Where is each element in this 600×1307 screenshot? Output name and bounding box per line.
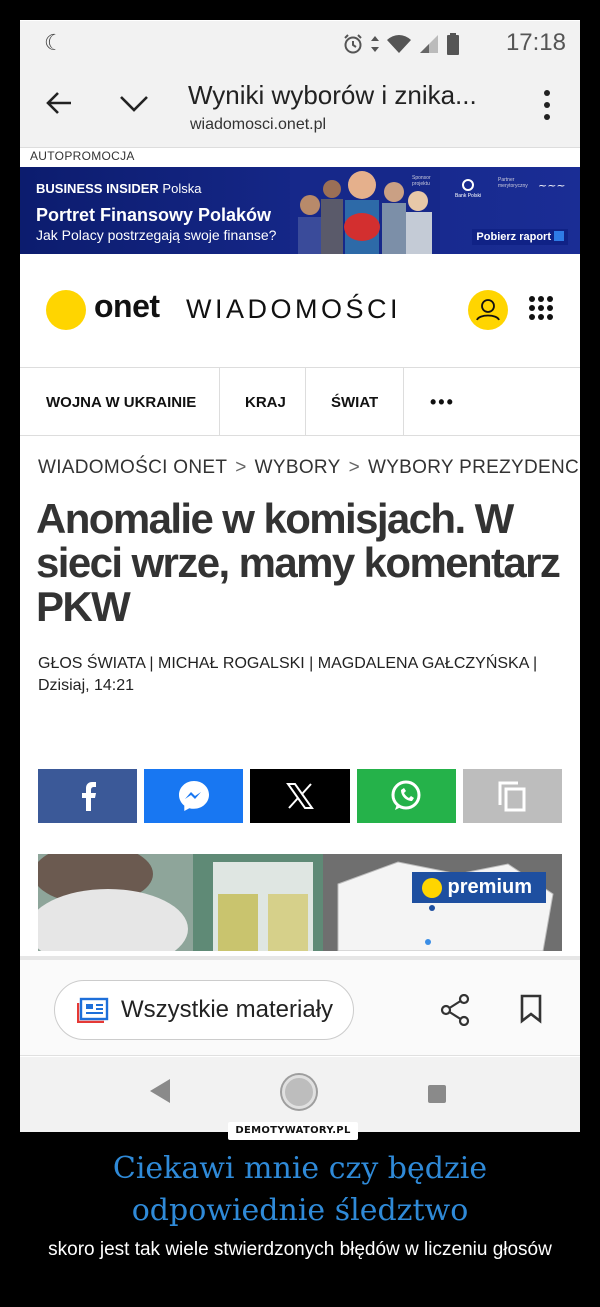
ad-brand-bold: BUSINESS INSIDER <box>36 181 159 196</box>
watermark: DEMOTYWATORY.PL <box>228 1122 358 1140</box>
ad-bank-logo: Bank Polski <box>448 179 488 199</box>
bottom-toolbar: Wszystkie materiały <box>20 956 580 1056</box>
ad-banner[interactable]: BUSINESS INSIDER Polska Portret Finansow… <box>20 167 580 254</box>
chevron-down-icon[interactable] <box>118 92 150 114</box>
ad-title: Portret Finansowy Polaków <box>36 205 272 225</box>
ad-sponsor-label: Sponsor projektu <box>412 175 431 187</box>
caption-title: Ciekawi mnie czy będzie odpowiednie śled… <box>112 1151 488 1228</box>
all-materials-label: Wszystkie materiały <box>121 996 334 1023</box>
ad-subtitle: Jak Polacy postrzegają swoje finanse? <box>36 227 277 243</box>
status-bar: ☾ 17:18 <box>20 21 580 66</box>
clock: 17:18 <box>505 29 566 56</box>
android-navigation-bar <box>20 1057 580 1132</box>
nav-more-button[interactable]: ••• <box>430 368 455 436</box>
breadcrumb-separator-icon: > <box>348 457 360 478</box>
nav-item-swiat[interactable]: ŚWIAT <box>331 368 378 436</box>
caption-subtitle: skoro jest tak wiele stwierdzonych błędó… <box>48 1239 552 1260</box>
page-title[interactable]: Wyniki wyborów i znika... <box>188 80 477 111</box>
ad-download-button[interactable]: Pobierz raport <box>472 229 568 245</box>
ad-brand: BUSINESS INSIDER Polska <box>36 181 201 196</box>
article-hero-image[interactable]: premium <box>38 854 562 951</box>
premium-label: premium <box>447 876 532 898</box>
breadcrumb-item[interactable]: WIADOMOŚCI ONET <box>38 457 227 478</box>
onet-logo[interactable]: onet <box>94 288 160 325</box>
nav-item-wojna[interactable]: WOJNA W UKRAINIE <box>46 368 196 436</box>
section-title[interactable]: WIADOMOŚCI <box>186 294 401 325</box>
bookmark-icon[interactable] <box>520 994 542 1024</box>
ad-bank-name: Bank Polski <box>454 193 482 199</box>
breadcrumb-item[interactable]: WYBORY <box>255 457 341 478</box>
news-feed-icon <box>77 997 109 1023</box>
share-whatsapp-button[interactable] <box>356 769 456 823</box>
signal-icon <box>420 35 438 53</box>
system-home-icon[interactable] <box>282 1075 316 1109</box>
ad-cta-label: Pobierz raport <box>476 231 551 243</box>
bank-logo-icon <box>462 179 474 191</box>
back-arrow-icon[interactable] <box>44 88 74 118</box>
article-headline: Anomalie w komisjach. W sieci wrze, mamy… <box>36 495 561 630</box>
share-messenger-button[interactable] <box>144 769 244 823</box>
onet-logo-dot[interactable] <box>46 290 86 330</box>
services-grid-icon[interactable] <box>529 296 553 320</box>
nav-divider <box>305 368 306 436</box>
alarm-icon <box>344 34 362 54</box>
messenger-icon <box>178 781 209 811</box>
status-icons <box>342 32 460 56</box>
breadcrumb: WIADOMOŚCI ONET > WYBORY > WYBORY PREZYDENC <box>38 457 579 479</box>
share-facebook-button[interactable] <box>38 769 138 823</box>
ad-partner-label: Partner merytoryczny <box>498 177 528 189</box>
system-back-icon[interactable] <box>150 1079 170 1103</box>
user-icon <box>476 299 500 321</box>
section-nav: WOJNA W UKRAINIE KRAJ ŚWIAT ••• <box>20 368 580 436</box>
all-materials-button[interactable]: Wszystkie materiały <box>54 980 354 1040</box>
copy-link-button[interactable] <box>462 769 563 823</box>
premium-dot-icon <box>421 877 442 898</box>
share-icon[interactable] <box>440 994 470 1026</box>
premium-badge: premium <box>411 872 546 903</box>
phone-screenshot: ☾ 17:18 Wyniki wyborów i znika... wiadom… <box>20 20 580 1132</box>
wifi-icon <box>387 35 411 53</box>
breadcrumb-separator-icon: > <box>235 457 247 478</box>
arrow-icon <box>554 231 564 241</box>
breadcrumb-item[interactable]: WYBORY PREZYDENC <box>368 457 579 478</box>
facebook-icon <box>81 782 96 811</box>
article-byline: GŁOS ŚWIATA | MICHAŁ ROGALSKI | MAGDALEN… <box>38 653 568 697</box>
overflow-menu-icon[interactable] <box>544 90 550 120</box>
nav-divider <box>219 368 220 436</box>
do-not-disturb-icon: ☾ <box>44 31 64 56</box>
ad-partner-logo: ~~~ <box>538 179 566 192</box>
page-host[interactable]: wiadomosci.onet.pl <box>190 116 326 134</box>
article-authors[interactable]: GŁOS ŚWIATA | MICHAŁ ROGALSKI | MAGDALEN… <box>38 653 568 675</box>
ad-brand-rest: Polska <box>158 181 202 196</box>
whatsapp-icon <box>391 780 421 810</box>
share-bar <box>38 769 563 823</box>
article-date: Dzisiaj, 14:21 <box>38 677 135 694</box>
ad-label: AUTOPROMOCJA <box>30 149 135 163</box>
system-recents-icon[interactable] <box>428 1085 446 1103</box>
user-account-button[interactable] <box>468 290 508 330</box>
share-x-button[interactable] <box>250 769 350 823</box>
battery-icon <box>447 33 459 55</box>
nav-divider <box>403 368 404 436</box>
x-icon <box>286 783 314 809</box>
browser-toolbar: Wyniki wyborów i znika... wiadomosci.one… <box>20 66 580 148</box>
copy-icon <box>498 781 526 812</box>
nav-item-kraj[interactable]: KRAJ <box>245 368 286 436</box>
site-header: onet WIADOMOŚCI <box>20 254 580 368</box>
data-arrows-icon <box>371 36 379 52</box>
